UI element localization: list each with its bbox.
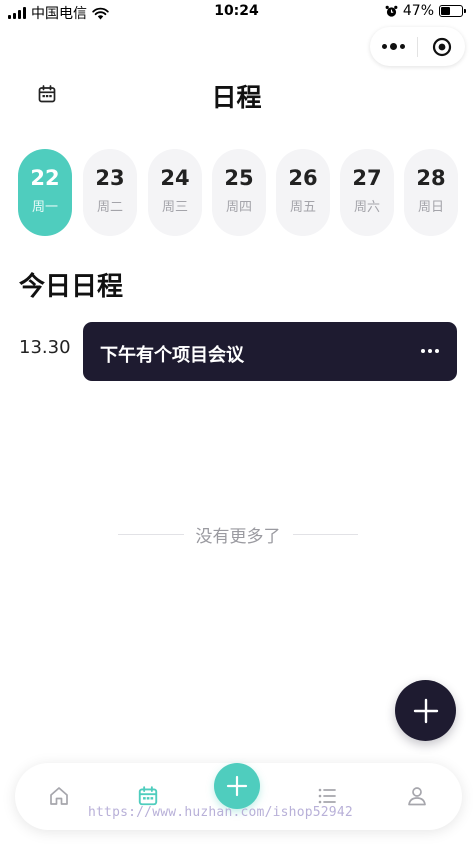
day-24[interactable]: 24 周三 [148, 149, 202, 236]
day-number: 28 [416, 166, 446, 190]
divider-line [118, 533, 184, 535]
day-weekday: 周日 [417, 200, 444, 215]
day-number: 27 [352, 166, 382, 190]
day-22[interactable]: 22 周一 [18, 149, 72, 236]
day-number: 26 [288, 166, 318, 190]
day-27[interactable]: 27 周六 [340, 149, 394, 236]
day-number: 23 [95, 166, 125, 190]
day-28[interactable]: 28 周日 [404, 149, 458, 236]
calendar-icon [138, 786, 158, 806]
watermark-text: https://www.huzhan.com/ishop52942 [88, 805, 353, 820]
day-number: 22 [30, 166, 60, 190]
day-number: 25 [224, 166, 254, 190]
day-weekday: 周五 [289, 200, 316, 215]
page-header: 日程 [0, 70, 473, 118]
day-number: 24 [160, 166, 190, 190]
list-icon [318, 788, 336, 804]
more-dot-icon [428, 349, 432, 353]
user-icon [408, 787, 426, 806]
day-25[interactable]: 25 周四 [212, 149, 266, 236]
status-right: 47% [385, 3, 466, 19]
day-weekday: 周二 [96, 200, 123, 215]
divider-line [292, 533, 358, 535]
more-dots-icon [382, 43, 405, 50]
event-more-button[interactable] [417, 341, 443, 361]
more-dot-icon [435, 349, 439, 353]
end-of-list-note: 没有更多了 [118, 521, 358, 547]
tab-add-button[interactable] [214, 763, 260, 809]
battery-percent: 47% [402, 3, 434, 19]
event-title: 下午有个项目会议 [100, 345, 244, 366]
day-weekday: 周三 [161, 200, 188, 215]
end-of-list-text: 没有更多了 [195, 526, 281, 547]
page-title: 日程 [211, 83, 262, 112]
day-weekday: 周六 [353, 200, 380, 215]
plus-icon [226, 775, 248, 797]
more-dot-icon [421, 349, 425, 353]
tab-profile[interactable] [404, 783, 430, 809]
target-close-icon [432, 37, 451, 56]
section-title: 今日日程 [19, 272, 124, 302]
status-bar: 中国电信 10:24 47% [0, 0, 473, 24]
close-miniprogram-button[interactable] [418, 27, 465, 66]
home-icon [50, 787, 68, 805]
battery-fill [441, 7, 451, 15]
more-options-button[interactable] [370, 27, 417, 66]
tab-home[interactable] [46, 783, 72, 809]
event-card[interactable]: 下午有个项目会议 [83, 322, 457, 381]
add-schedule-fab[interactable] [395, 680, 456, 741]
plus-icon [413, 698, 438, 723]
week-strip: 22 周一 23 周二 24 周三 25 周四 26 周五 27 周六 28 周… [18, 149, 458, 236]
day-23[interactable]: 23 周二 [83, 149, 137, 236]
event-time: 13.30 [19, 337, 71, 358]
day-26[interactable]: 26 周五 [276, 149, 330, 236]
miniprogram-capsule [370, 27, 465, 66]
day-weekday: 周一 [31, 200, 58, 215]
battery-icon [439, 5, 466, 17]
day-weekday: 周四 [225, 200, 252, 215]
alarm-icon [385, 5, 398, 17]
